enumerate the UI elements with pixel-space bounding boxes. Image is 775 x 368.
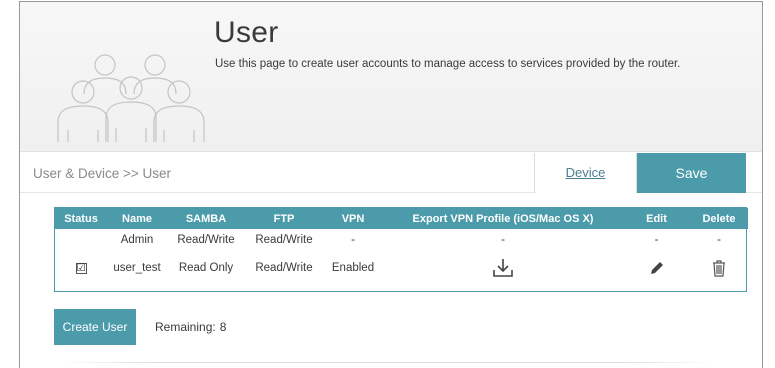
create-user-button[interactable]: Create User [54,309,136,345]
cell-export [383,251,623,285]
cell-samba: Read/Write [177,234,235,246]
device-link[interactable]: Device [534,153,637,193]
cell-ftp: Read/Write [255,262,313,274]
remaining-count: 8 [219,320,227,334]
users-group-icon [57,54,205,142]
page-description: Use this page to create user accounts to… [215,58,681,70]
page-title: User [214,16,279,49]
page-header: User Use this page to create user accoun… [20,2,762,152]
col-delete: Delete [702,212,736,225]
cell-ftp: Read/Write [255,234,313,246]
user-table: Status Name SAMBA FTP VPN Export VPN Pro… [54,207,748,292]
col-samba: SAMBA [185,212,227,225]
nav-bar: User & Device >> User Device Save [20,153,762,193]
trash-icon[interactable] [712,259,726,277]
status-checkbox[interactable]: ☑ [75,263,87,274]
col-vpn: VPN [341,212,365,225]
cell-vpn: - [351,234,355,246]
cell-name: Admin [120,234,154,246]
table-header-row: Status Name SAMBA FTP VPN Export VPN Pro… [55,208,748,229]
col-ftp: FTP [273,212,295,225]
breadcrumb: User & Device >> User [33,166,172,181]
col-edit: Edit [646,212,667,225]
remaining-users: Remaining: 8 [155,320,226,334]
cell-export: - [501,234,505,246]
cell-status: ☑ [55,251,107,285]
cell-edit [623,251,690,285]
cell-name: user_test [113,262,161,274]
cell-vpn: Enabled [331,262,375,274]
table-row: ☑ user_test Read Only Read/Write Enabled [55,251,748,285]
cell-delete [690,251,748,285]
col-status: Status [64,212,98,225]
remaining-label: Remaining: [155,320,216,334]
cell-edit: - [654,234,659,246]
page-frame: User Use this page to create user accoun… [19,1,763,368]
divider [60,362,715,363]
cell-status [55,229,107,251]
save-button[interactable]: Save [637,153,746,193]
pencil-icon[interactable] [650,261,664,275]
download-icon[interactable] [492,258,514,278]
cell-delete: - [717,234,721,246]
cell-samba: Read Only [178,262,234,274]
col-export-vpn: Export VPN Profile (iOS/Mac OS X) [412,212,594,225]
col-name: Name [122,212,152,225]
table-row: Admin Read/Write Read/Write - - - - [55,229,748,251]
